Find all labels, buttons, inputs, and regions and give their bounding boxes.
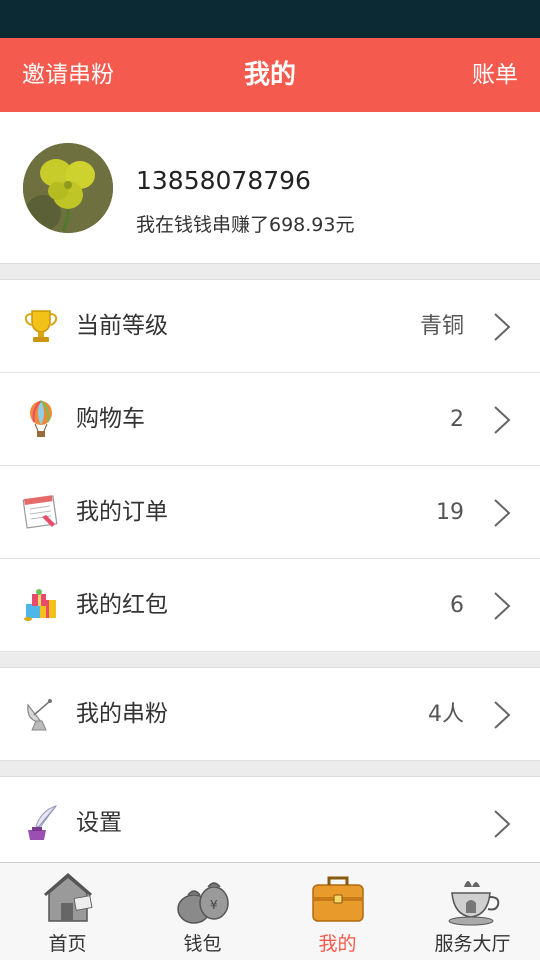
tab-label: 服务大厅 [434, 933, 511, 955]
chevron-right-icon [494, 701, 511, 729]
chevron-right-icon [494, 313, 511, 341]
avatar[interactable] [23, 143, 113, 233]
status-bar [0, 0, 540, 38]
money-bag-icon: ¥ [176, 882, 229, 924]
teacup-icon [448, 881, 499, 926]
menu-item-label: 当前等级 [76, 313, 168, 339]
clover-avatar-icon [23, 143, 113, 233]
calendar-order-icon [22, 495, 58, 529]
tab-mine[interactable]: 我的 [270, 863, 405, 960]
orders-count: 19 [436, 500, 464, 525]
tab-wallet[interactable]: ¥ 钱包 [135, 863, 270, 960]
menu-item-fans[interactable]: 我的串粉 4人 [0, 668, 540, 761]
level-value: 青铜 [419, 314, 464, 339]
menu-item-cart[interactable]: 购物车 2 [0, 373, 540, 466]
earnings-text: 我在钱钱串赚了698.93元 [136, 214, 355, 236]
svg-text:¥: ¥ [210, 898, 218, 912]
tab-home[interactable]: 首页 [0, 863, 135, 960]
menu-item-orders[interactable]: 我的订单 19 [0, 466, 540, 559]
menu-item-settings[interactable]: 设置 [0, 777, 540, 870]
gift-box-icon [24, 589, 56, 621]
tab-service-hall[interactable]: 服务大厅 [405, 863, 540, 960]
chevron-right-icon [494, 592, 511, 620]
top-bar: 邀请串粉 我的 账单 [0, 38, 540, 112]
profile-card[interactable]: 13858078796 我在钱钱串赚了698.93元 [0, 112, 540, 264]
section-divider [0, 761, 540, 777]
menu-item-label: 购物车 [76, 406, 145, 432]
menu-item-label: 我的订单 [76, 499, 168, 525]
menu-item-label: 我的红包 [76, 592, 168, 618]
house-icon [43, 873, 92, 922]
red-packets-count: 6 [450, 593, 464, 618]
menu-item-level[interactable]: 当前等级 青铜 [0, 280, 540, 373]
cart-count: 2 [450, 407, 464, 432]
page-title: 我的 [243, 60, 296, 90]
chevron-right-icon [494, 499, 511, 527]
tab-label: 钱包 [183, 933, 222, 955]
briefcase-icon [311, 876, 364, 922]
bottom-tab-bar: 首页 ¥ 钱包 我的 服务大厅 [0, 862, 540, 960]
menu-item-red-packets[interactable]: 我的红包 6 [0, 559, 540, 652]
phone-number: 13858078796 [136, 166, 311, 195]
bill-link[interactable]: 账单 [472, 38, 518, 112]
quill-ink-icon [28, 805, 58, 840]
tab-label: 首页 [48, 933, 87, 955]
tab-label: 我的 [318, 933, 357, 955]
trophy-icon [24, 310, 58, 342]
section-divider [0, 652, 540, 668]
fans-count: 4人 [428, 702, 464, 727]
chevron-right-icon [494, 406, 511, 434]
satellite-dish-icon [27, 699, 52, 731]
menu-item-label: 设置 [76, 810, 122, 836]
menu-item-label: 我的串粉 [76, 701, 168, 727]
hot-air-balloon-icon [30, 400, 52, 437]
chevron-right-icon [494, 810, 511, 838]
section-divider [0, 264, 540, 280]
